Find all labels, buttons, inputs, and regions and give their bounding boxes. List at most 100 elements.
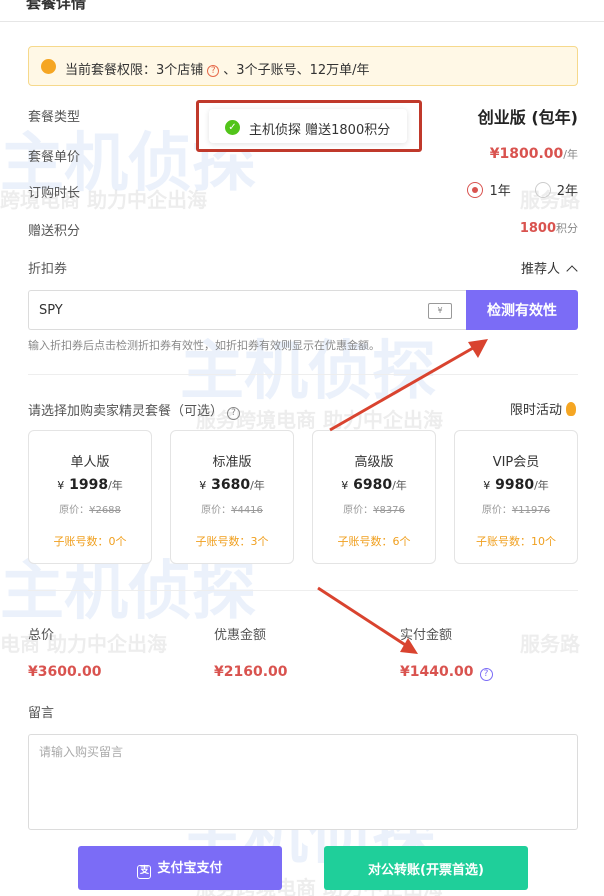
points-unit: 积分	[556, 222, 578, 235]
tier-original-price: 原价：¥8376	[313, 501, 435, 516]
duration-option-2y[interactable]: 2年	[557, 180, 578, 199]
tier-price: ¥ 1998/年	[29, 477, 151, 493]
message-textarea[interactable]	[28, 734, 578, 830]
plan-price-value: ¥1800.00/年	[490, 146, 578, 162]
tier-price-amount: 1998	[69, 477, 109, 493]
paid-value: ¥1440.00?	[400, 664, 493, 681]
bank-transfer-button[interactable]: 对公转账(开票首选)	[324, 846, 528, 890]
tier-price-unit: /年	[250, 479, 265, 492]
addon-tier-vip[interactable]: VIP会员 ¥ 9980/年 原价：¥11976 子账号数：10个	[454, 430, 578, 564]
points-value: 1800积分	[520, 220, 578, 236]
tier-original-amount: ¥4416	[231, 505, 263, 516]
notice-text: 当前套餐权限：3个店铺? 、3个子账号、12万单/年	[65, 59, 370, 78]
page-title: 套餐详情	[26, 0, 87, 12]
tier-original-label: 原价：	[201, 505, 232, 516]
toast-message: ✓ 主机侦探 赠送1800积分	[209, 109, 407, 143]
tier-original-price: 原价：¥11976	[455, 501, 577, 516]
tier-price-amount: 3680	[211, 477, 251, 493]
total-value: ¥3600.00	[28, 664, 102, 680]
discount-label: 优惠金额	[214, 628, 267, 643]
notice-stores: 3个店铺	[156, 63, 204, 78]
coupon-field: ¥	[28, 290, 466, 330]
divider	[28, 590, 578, 591]
tier-original-label: 原价：	[481, 505, 512, 516]
top-bar: 套餐详情	[0, 0, 604, 22]
tier-accounts: 子账号数：6个	[337, 535, 411, 548]
total-label: 总价	[28, 628, 55, 643]
tier-price-amount: 9980	[495, 477, 535, 493]
points-amount: 1800	[519, 221, 556, 236]
alipay-button[interactable]: 支支付宝支付	[78, 846, 282, 890]
alipay-icon: 支	[137, 865, 152, 879]
tier-currency: ¥	[483, 479, 491, 492]
tier-name: VIP会员	[492, 455, 540, 470]
limited-offer-text: 限时活动	[509, 403, 562, 418]
tier-price-unit: /年	[534, 479, 549, 492]
tier-original-price: 原价：¥2688	[29, 501, 151, 516]
tier-price: ¥ 6980/年	[313, 477, 435, 493]
warning-icon	[41, 59, 56, 74]
coupon-hint: 输入折扣券后点击检测折扣券有效性，如折扣券有效则显示在优惠金额。	[28, 339, 380, 352]
plan-price-unit: /年	[563, 148, 578, 161]
limited-offer: 限时活动	[510, 399, 576, 418]
duration-label: 订购时长	[28, 186, 81, 201]
tier-accounts: 子账号数：3个	[195, 535, 269, 548]
tier-price: ¥ 9980/年	[455, 477, 577, 493]
divider	[28, 374, 578, 375]
tier-currency: ¥	[57, 479, 65, 492]
addon-title: 请选择加购卖家精灵套餐（可选）?	[28, 400, 241, 420]
referrer-label: 推荐人	[520, 262, 560, 277]
chevron-up-icon	[566, 265, 578, 277]
plan-type-value: 创业版 (包年)	[477, 108, 578, 127]
toast-text: 主机侦探 赠送1800积分	[249, 123, 391, 138]
tier-original-label: 原价：	[59, 505, 90, 516]
tier-price-unit: /年	[108, 479, 123, 492]
addon-tier-standard[interactable]: 标准版 ¥ 3680/年 原价：¥4416 子账号数：3个	[170, 430, 294, 564]
help-icon[interactable]: ?	[227, 407, 241, 420]
plan-price-label: 套餐单价	[28, 150, 81, 165]
tier-price-unit: /年	[392, 479, 407, 492]
tier-price: ¥ 3680/年	[171, 477, 293, 493]
paid-label: 实付金额	[400, 628, 453, 643]
discount-value: ¥2160.00	[214, 664, 288, 680]
help-icon[interactable]: ?	[479, 668, 493, 681]
tier-original-price: 原价：¥4416	[171, 501, 293, 516]
tier-price-amount: 6980	[353, 477, 393, 493]
fire-icon	[566, 402, 576, 416]
duration-option-1y[interactable]: 1年	[489, 180, 510, 199]
check-circle-icon: ✓	[225, 120, 240, 135]
notice-rest: 、3个子账号、12万单/年	[223, 63, 370, 78]
coupon-label: 折扣券	[28, 262, 68, 277]
tier-name: 标准版	[212, 455, 252, 470]
duration-radio-1y[interactable]	[467, 181, 484, 198]
tier-name: 单人版	[70, 455, 110, 470]
plan-limit-notice: 当前套餐权限：3个店铺? 、3个子账号、12万单/年	[28, 46, 578, 86]
tier-accounts: 子账号数：10个	[476, 535, 556, 548]
tier-currency: ¥	[199, 479, 207, 492]
tier-original-amount: ¥2688	[89, 505, 121, 516]
addon-title-text: 请选择加购卖家精灵套餐（可选）	[28, 404, 224, 419]
addon-tier-advanced[interactable]: 高级版 ¥ 6980/年 原价：¥8376 子账号数：6个	[312, 430, 436, 564]
message-label: 留言	[28, 706, 55, 721]
tier-accounts: 子账号数：0个	[53, 535, 127, 548]
toast-highlight-box: ✓ 主机侦探 赠送1800积分	[196, 100, 422, 152]
points-label: 赠送积分	[28, 224, 81, 239]
tier-original-amount: ¥8376	[373, 505, 405, 516]
tier-original-amount: ¥11976	[511, 505, 551, 516]
tier-name: 高级版	[354, 455, 394, 470]
tier-currency: ¥	[341, 479, 349, 492]
ticket-icon: ¥	[428, 303, 452, 319]
addon-tier-solo[interactable]: 单人版 ¥ 1998/年 原价：¥2688 子账号数：0个	[28, 430, 152, 564]
notice-prefix: 当前套餐权限：	[65, 63, 157, 78]
paid-amount: ¥1440.00	[400, 664, 474, 680]
tier-original-label: 原价：	[343, 505, 374, 516]
duration-radio-2y[interactable]	[534, 181, 551, 198]
alipay-label: 支付宝支付	[157, 861, 223, 876]
check-validity-button[interactable]: 检测有效性	[466, 290, 578, 330]
plan-price-amount: ¥1800.00	[489, 146, 564, 162]
duration-radio-group: 1年 2年	[467, 180, 578, 199]
coupon-input[interactable]	[39, 299, 399, 321]
plan-type-label: 套餐类型	[28, 110, 81, 125]
referrer-toggle[interactable]: 推荐人	[520, 258, 578, 277]
help-icon[interactable]: ?	[207, 65, 220, 77]
